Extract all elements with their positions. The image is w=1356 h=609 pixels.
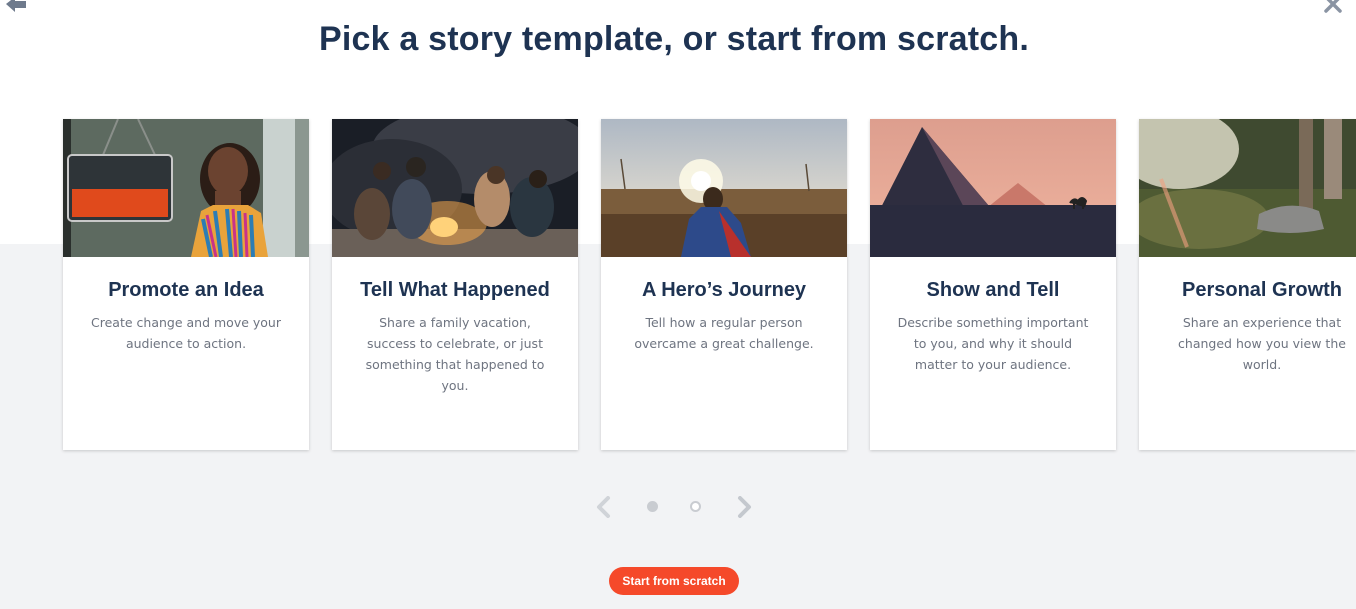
- woman-open-sign-photo: [63, 119, 309, 257]
- template-card-title: Show and Tell: [926, 279, 1060, 301]
- child-in-field-photo: [601, 119, 847, 257]
- next-button[interactable]: [734, 496, 754, 518]
- start-from-scratch-button[interactable]: Start from scratch: [609, 567, 739, 595]
- template-card-show-and-tell[interactable]: Show and Tell Describe something importa…: [870, 119, 1116, 450]
- template-card-title: A Hero’s Journey: [641, 279, 807, 301]
- template-card-description: Share a family vacation, success to cele…: [365, 315, 545, 393]
- template-card-title: Promote an Idea: [108, 279, 264, 301]
- template-card-description: Share an experience that changed how you…: [1178, 315, 1346, 372]
- template-card-promote-an-idea[interactable]: Promote an Idea Create change and move y…: [63, 119, 309, 450]
- page-dot-2[interactable]: [690, 501, 701, 512]
- chevron-left-icon: [597, 496, 610, 518]
- campfire-friends-photo: [332, 119, 578, 257]
- template-card-personal-growth[interactable]: Personal Growth Share an experience that…: [1139, 119, 1356, 450]
- template-carousel: Promote an Idea Create change and move y…: [0, 0, 1356, 609]
- template-card-title: Tell What Happened: [360, 279, 550, 301]
- chevron-right-icon: [738, 496, 751, 518]
- template-card-description: Describe something important to you, and…: [897, 315, 1089, 372]
- template-card-tell-what-happened[interactable]: Tell What Happened Share a family vacati…: [332, 119, 578, 450]
- pyramids-camel-photo: [870, 119, 1116, 257]
- previous-button[interactable]: [594, 496, 614, 518]
- template-card-description: Create change and move your audience to …: [91, 315, 281, 351]
- template-card-title: Personal Growth: [1181, 279, 1343, 301]
- hiker-feet-photo: [1139, 119, 1356, 257]
- page-dot-1[interactable]: [647, 501, 658, 512]
- template-card-a-heros-journey[interactable]: A Hero’s Journey Tell how a regular pers…: [601, 119, 847, 450]
- template-card-description: Tell how a regular person overcame a gre…: [634, 315, 814, 351]
